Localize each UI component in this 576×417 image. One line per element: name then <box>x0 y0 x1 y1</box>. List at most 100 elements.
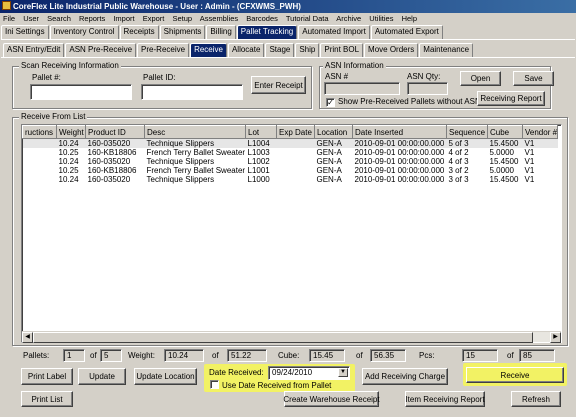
enter-receipt-button[interactable]: Enter Receipt <box>251 76 306 94</box>
horizontal-scrollbar[interactable]: ◀ ▶ <box>22 331 561 343</box>
menu-export[interactable]: Export <box>143 14 165 23</box>
update-location-button[interactable]: Update Location <box>134 368 197 385</box>
pallet-id-label: Pallet ID: <box>143 73 176 82</box>
tab-maintenance[interactable]: Maintenance <box>419 43 474 57</box>
tab-asn-entry-edit[interactable]: ASN Entry/Edit <box>3 43 65 57</box>
print-list-button[interactable]: Print List <box>21 391 73 407</box>
cell-desc: Technique Slippers <box>146 157 215 166</box>
cell-desc: French Terry Ballet Sweater <box>146 166 246 175</box>
cell-product-id: 160-035020 <box>87 157 131 166</box>
cell-cube: 15.4500 <box>487 138 523 148</box>
cell-vendor-num: V1 <box>524 148 535 157</box>
col-cube[interactable]: Cube <box>487 125 523 139</box>
table-row[interactable]: 10.25 160-KB18806 French Terry Ballet Sw… <box>23 166 558 175</box>
create-warehouse-receipt-button[interactable]: Create Warehouse Receipt <box>283 391 380 407</box>
tab-ini-settings[interactable]: Ini Settings <box>1 25 49 39</box>
scroll-right-icon[interactable]: ▶ <box>550 332 561 343</box>
tab-allocate[interactable]: Allocate <box>227 43 265 57</box>
col-location[interactable]: Location <box>314 125 353 139</box>
col-product-id[interactable]: Product ID <box>85 125 145 139</box>
col-date-inserted[interactable]: Date Inserted <box>352 125 447 139</box>
tab-automated-export[interactable]: Automated Export <box>370 25 443 39</box>
print-label-button[interactable]: Print Label <box>21 368 73 385</box>
col-weight[interactable]: Weight <box>56 125 86 139</box>
table-row[interactable]: 10.24 160-035020 Technique Slippers L100… <box>23 175 558 184</box>
col-exp-date[interactable]: Exp Date <box>276 125 315 139</box>
show-pre-received-option[interactable]: ✓ Show Pre-Received Pallets without ASN <box>326 97 481 107</box>
receive-list-grid[interactable]: ructions Weight Product ID Desc Lot Exp … <box>21 124 562 343</box>
weight-of-label: of <box>212 351 219 360</box>
menu-import[interactable]: Import <box>113 14 134 23</box>
asn-qty-field <box>407 82 448 95</box>
receiving-report-button[interactable]: Receiving Report <box>477 91 545 106</box>
cell-sequence: 4 of 3 <box>448 157 469 166</box>
col-desc[interactable]: Desc <box>144 125 246 139</box>
date-received-dropdown[interactable]: 09/24/2010 ▼ <box>268 366 350 380</box>
use-date-option[interactable]: Use Date Received from Pallet <box>210 380 331 391</box>
date-received-label: Date Received: <box>209 368 264 377</box>
menu-search[interactable]: Search <box>47 14 71 23</box>
table-row[interactable]: 10.24 160-035020 Technique Slippers L100… <box>22 138 558 148</box>
pallet-id-input[interactable] <box>141 84 243 100</box>
update-button[interactable]: Update <box>78 368 126 385</box>
tab-pallet-tracking[interactable]: Pallet Tracking <box>236 25 298 39</box>
item-receiving-report-button[interactable]: Item Receiving Report <box>405 391 485 407</box>
receive-button[interactable]: Receive <box>466 367 564 383</box>
menu-assemblies[interactable]: Assemblies <box>200 14 238 23</box>
cell-desc: French Terry Ballet Sweater <box>146 148 246 157</box>
menu-setup[interactable]: Setup <box>172 14 192 23</box>
show-pre-received-checkbox[interactable]: ✓ <box>326 98 335 107</box>
cell-date-inserted: 2010-09-01 00:00:00.000 <box>354 166 445 175</box>
table-row[interactable]: 10.25 160-KB18806 French Terry Ballet Sw… <box>23 148 558 157</box>
table-header-row: ructions Weight Product ID Desc Lot Exp … <box>22 125 558 139</box>
cell-date-inserted: 2010-09-01 00:00:00.000 <box>354 157 445 166</box>
cell-vendor-num: V1 <box>524 166 535 175</box>
tab-inventory-control[interactable]: Inventory Control <box>49 25 119 39</box>
pallets-of-label: of <box>90 351 97 360</box>
scroll-left-icon[interactable]: ◀ <box>22 332 33 343</box>
cell-exp-date <box>276 138 315 148</box>
tab-billing[interactable]: Billing <box>206 25 236 39</box>
pallet-num-input[interactable] <box>30 84 132 100</box>
cell-weight: 10.25 <box>58 148 79 157</box>
refresh-button[interactable]: Refresh <box>511 391 561 407</box>
menu-utilities[interactable]: Utilities <box>369 14 393 23</box>
tab-automated-import[interactable]: Automated Import <box>298 25 370 39</box>
menu-archive[interactable]: Archive <box>336 14 361 23</box>
cell-lot: L1000 <box>247 175 270 184</box>
cell-exp-date <box>277 175 315 184</box>
weight-label: Weight: <box>128 351 155 360</box>
col-sequence[interactable]: Sequence <box>446 125 488 139</box>
menu-tutorial-data[interactable]: Tutorial Data <box>286 14 329 23</box>
chevron-down-icon[interactable]: ▼ <box>338 368 348 377</box>
cell-lot: L1002 <box>247 157 270 166</box>
cell-sequence: 3 of 2 <box>448 166 469 175</box>
col-instructions[interactable]: ructions <box>22 125 57 139</box>
tab-stage[interactable]: Stage <box>265 43 295 57</box>
col-lot[interactable]: Lot <box>245 125 277 139</box>
use-date-checkbox[interactable] <box>210 380 219 389</box>
scroll-thumb[interactable] <box>33 332 533 343</box>
tab-receive[interactable]: Receive <box>190 43 227 57</box>
cell-vendor-num: V1 <box>524 157 535 166</box>
tab-asn-pre-receive[interactable]: ASN Pre-Receive <box>65 43 137 57</box>
table-row[interactable]: 10.24 160-035020 Technique Slippers L100… <box>23 157 558 166</box>
add-receiving-charge-button[interactable]: Add Receiving Charge <box>362 368 448 385</box>
menu-file[interactable]: File <box>3 14 15 23</box>
tab-receipts[interactable]: Receipts <box>119 25 159 39</box>
cell-instructions <box>23 148 57 157</box>
tab-move-orders[interactable]: Move Orders <box>364 43 419 57</box>
menu-reports[interactable]: Reports <box>79 14 105 23</box>
tab-shipments[interactable]: Shipments <box>159 25 206 39</box>
menu-barcodes[interactable]: Barcodes <box>246 14 278 23</box>
tab-print-bol[interactable]: Print BOL <box>320 43 364 57</box>
cell-lot: L1003 <box>247 148 270 157</box>
tab-pre-receive[interactable]: Pre-Receive <box>137 43 190 57</box>
cell-exp-date <box>277 157 315 166</box>
col-vendor-num[interactable]: Vendor # <box>522 125 558 139</box>
save-button[interactable]: Save <box>513 71 554 86</box>
tab-ship[interactable]: Ship <box>295 43 320 57</box>
open-button[interactable]: Open <box>460 71 501 86</box>
menu-user[interactable]: User <box>23 14 39 23</box>
menu-help[interactable]: Help <box>402 14 417 23</box>
